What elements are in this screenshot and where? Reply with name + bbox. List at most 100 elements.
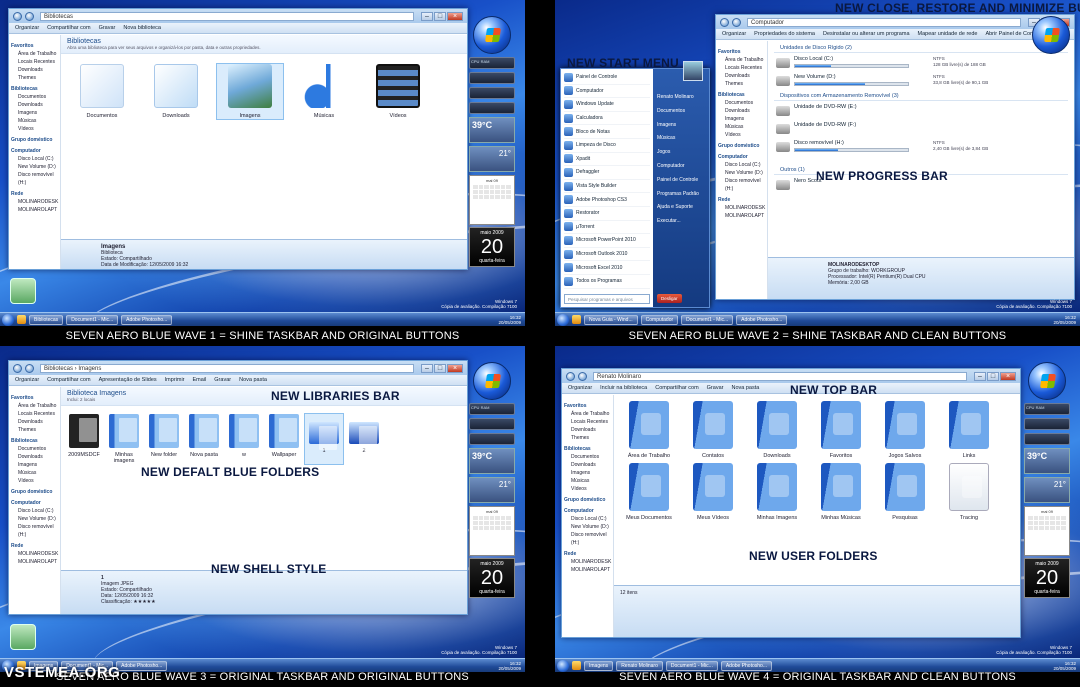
address-bar[interactable]: Bibliotecas [40,11,414,21]
nav-downloads[interactable]: Downloads [11,418,58,426]
nav-drive-h[interactable]: Disco removível (H:) [11,523,58,539]
toolbar-burn[interactable]: Gravar [707,385,724,391]
nav-themes[interactable]: Themes [564,434,611,442]
nav-pictures[interactable]: Imagens [11,461,58,469]
nav-drive-c[interactable]: Disco Local (C:) [11,507,58,515]
address-bar[interactable]: Computador [747,17,1021,27]
nav-videos[interactable]: Vídeos [11,477,58,485]
nav-desktop[interactable]: Área de Trabalho [11,402,58,410]
user-folder-item[interactable]: Meus Vídeos [682,463,744,521]
nav-network-pc[interactable]: MOLINAROLAPT [718,212,765,220]
start-menu-item[interactable]: Adobe Photoshop CS3 [564,193,650,207]
start-place-item[interactable]: Renato Molinaro [657,91,705,105]
start-place-item[interactable]: Documentos [657,105,705,119]
toolbar-uninstall[interactable]: Desinstalar ou alterar um programa [823,31,910,37]
nav-drive-c[interactable]: Disco Local (C:) [718,161,765,169]
drive-item[interactable]: Disco Local (C:) NTFS 128 GB livre(s) de … [768,53,1074,71]
nav-themes[interactable]: Themes [11,426,58,434]
library-item[interactable]: Músicas [291,64,357,119]
start-place-item[interactable]: Jogos [657,146,705,160]
start-place-item[interactable]: Músicas [657,132,705,146]
recycle-bin-icon[interactable] [10,624,36,650]
nav-desktop[interactable]: Área de Trabalho [564,410,611,418]
nav-computer[interactable]: Computador [11,147,58,155]
start-menu-item[interactable]: Xpadit [564,153,650,167]
taskbar-button[interactable]: Document1 - Mic... [681,314,734,325]
nav-themes[interactable]: Themes [718,80,765,88]
library-item[interactable]: Documentos [69,64,135,119]
toolbar-burn[interactable]: Gravar [99,25,116,31]
nav-downloads[interactable]: Downloads [11,66,58,74]
nav-videos[interactable]: Vídeos [11,125,58,133]
forward-button[interactable] [732,17,741,27]
nav-network[interactable]: Rede [11,190,58,198]
folder-item[interactable]: Wallpaper [265,414,303,464]
user-folder-item[interactable]: Área de Trabalho [618,401,680,459]
nav-network-pc[interactable]: MOLINARODESK [564,558,611,566]
user-folder-item[interactable]: Pesquisas [874,463,936,521]
nav-downloads[interactable]: Downloads [564,426,611,434]
start-place-item[interactable]: Imagens [657,119,705,133]
toolbar-system-properties[interactable]: Propriedades do sistema [754,31,815,37]
toolbar-print[interactable]: Imprimir [165,377,185,383]
library-item[interactable]: Downloads [143,64,209,119]
minimize-button[interactable]: – [974,371,986,381]
toolbar-new-folder[interactable]: Nova pasta [731,385,759,391]
nav-homegroup[interactable]: Grupo doméstico [11,136,58,144]
nav-libraries[interactable]: Bibliotecas [564,445,611,453]
forward-button[interactable] [25,363,34,373]
nav-music[interactable]: Músicas [11,469,58,477]
nav-recent[interactable]: Locais Recentes [718,64,765,72]
nav-favorites[interactable]: Favoritos [11,42,58,50]
folder-item[interactable]: Nova pasta [185,414,223,464]
start-menu-item[interactable]: Microsoft Outlook 2010 [564,248,650,262]
start-button[interactable] [2,313,14,326]
nav-favorites[interactable]: Favoritos [718,48,765,56]
forward-button[interactable] [578,371,587,381]
user-folder-item[interactable]: Meus Documentos [618,463,680,521]
start-menu-item[interactable]: Bloco de Notas [564,125,650,139]
nav-documents[interactable]: Documentos [564,453,611,461]
taskbar-button[interactable]: Adobe Photosho... [736,314,788,325]
close-button[interactable]: × [447,363,463,373]
nav-lib-downloads[interactable]: Downloads [11,453,58,461]
nav-drive-c[interactable]: Disco Local (C:) [11,155,58,163]
start-menu-item[interactable]: Vista Style Builder [564,180,650,194]
rating-stars[interactable]: Classificação: ★★★★★ [101,599,461,605]
toolbar-organize[interactable]: Organizar [15,25,39,31]
all-programs-item[interactable]: Todos os Programas [564,275,650,289]
taskbar-button[interactable]: Adobe Photosho... [121,314,173,325]
start-place-item[interactable]: Executar... [657,215,705,229]
user-folder-item[interactable]: Tracing [938,463,1000,521]
minimize-button[interactable]: – [421,363,433,373]
nav-network-pc[interactable]: MOLINAROLAPT [11,206,58,214]
back-button[interactable] [13,11,22,21]
nav-drive-d[interactable]: New Volume (D:) [11,515,58,523]
nav-drive-d[interactable]: New Volume (D:) [718,169,765,177]
shutdown-button[interactable]: Desligar [657,294,682,303]
nav-libraries[interactable]: Bibliotecas [11,85,58,93]
back-button[interactable] [720,17,729,27]
nav-music[interactable]: Músicas [11,117,58,125]
nav-lib-downloads[interactable]: Downloads [564,461,611,469]
explorer-pin-icon[interactable] [572,315,581,324]
nav-drive-d[interactable]: New Volume (D:) [11,163,58,171]
nav-music[interactable]: Músicas [564,477,611,485]
system-tray-clock[interactable]: 16:32 20/05/2009 [1053,315,1080,325]
image-item[interactable]: 2 [345,414,383,464]
toolbar-share[interactable]: Compartilhar com [47,377,90,383]
maximize-button[interactable]: □ [987,371,999,381]
nav-pictures[interactable]: Imagens [11,109,58,117]
start-menu-item[interactable]: Painel de Controle [564,71,650,85]
nav-network[interactable]: Rede [564,550,611,558]
image-item[interactable]: 1 [304,413,344,465]
toolbar-email[interactable]: Email [193,377,207,383]
start-menu-item[interactable]: Windows Update [564,98,650,112]
drive-item[interactable]: Disco removível (H:) NTFS 2,40 GB livre(s… [768,137,1074,155]
address-bar[interactable]: Renato Molinaro [593,371,967,381]
start-search-input[interactable]: Pesquisar programas e arquivos [564,294,650,304]
taskbar-button[interactable]: Nova Guia - Wind... [584,314,638,325]
nav-favorites[interactable]: Favoritos [11,394,58,402]
start-place-item[interactable]: Programas Padrão [657,188,705,202]
nav-pictures[interactable]: Imagens [564,469,611,477]
